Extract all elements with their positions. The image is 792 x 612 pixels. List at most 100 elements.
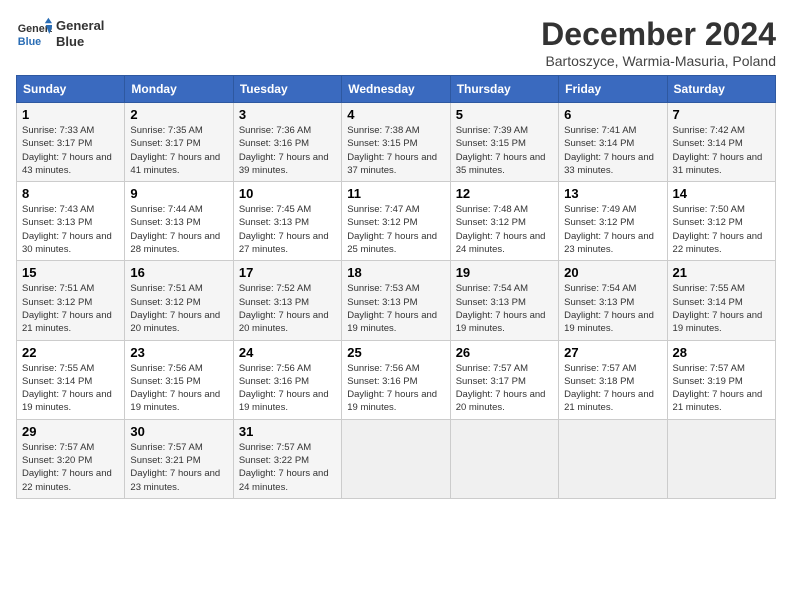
day-number: 11 (347, 186, 444, 201)
location-subtitle: Bartoszyce, Warmia-Masuria, Poland (541, 53, 776, 69)
sunset-text: Sunset: 3:13 PM (22, 216, 119, 229)
calendar-header-row: SundayMondayTuesdayWednesdayThursdayFrid… (17, 76, 776, 103)
daylight-text: Daylight: 7 hours and 20 minutes. (239, 309, 336, 336)
sunrise-text: Sunrise: 7:44 AM (130, 203, 227, 216)
day-number: 20 (564, 265, 661, 280)
sunrise-text: Sunrise: 7:43 AM (22, 203, 119, 216)
daylight-text: Daylight: 7 hours and 41 minutes. (130, 151, 227, 178)
daylight-text: Daylight: 7 hours and 19 minutes. (239, 388, 336, 415)
day-number: 31 (239, 424, 336, 439)
day-info: Sunrise: 7:57 AMSunset: 3:18 PMDaylight:… (564, 362, 661, 415)
sunrise-text: Sunrise: 7:57 AM (673, 362, 770, 375)
col-header-wednesday: Wednesday (342, 76, 450, 103)
sunset-text: Sunset: 3:16 PM (239, 375, 336, 388)
daylight-text: Daylight: 7 hours and 19 minutes. (22, 388, 119, 415)
day-number: 10 (239, 186, 336, 201)
calendar-cell: 19Sunrise: 7:54 AMSunset: 3:13 PMDayligh… (450, 261, 558, 340)
sunrise-text: Sunrise: 7:39 AM (456, 124, 553, 137)
sunrise-text: Sunrise: 7:57 AM (22, 441, 119, 454)
daylight-text: Daylight: 7 hours and 43 minutes. (22, 151, 119, 178)
sunrise-text: Sunrise: 7:45 AM (239, 203, 336, 216)
daylight-text: Daylight: 7 hours and 23 minutes. (564, 230, 661, 257)
day-number: 29 (22, 424, 119, 439)
sunrise-text: Sunrise: 7:57 AM (456, 362, 553, 375)
day-info: Sunrise: 7:43 AMSunset: 3:13 PMDaylight:… (22, 203, 119, 256)
day-number: 21 (673, 265, 770, 280)
calendar-cell: 8 Sunrise: 7:43 AMSunset: 3:13 PMDaylight… (17, 182, 125, 261)
sunrise-text: Sunrise: 7:47 AM (347, 203, 444, 216)
day-info: Sunrise: 7:57 AMSunset: 3:20 PMDaylight:… (22, 441, 119, 494)
sunset-text: Sunset: 3:14 PM (564, 137, 661, 150)
sunrise-text: Sunrise: 7:36 AM (239, 124, 336, 137)
daylight-text: Daylight: 7 hours and 20 minutes. (130, 309, 227, 336)
sunset-text: Sunset: 3:12 PM (673, 216, 770, 229)
month-title: December 2024 (541, 16, 776, 53)
sunset-text: Sunset: 3:18 PM (564, 375, 661, 388)
day-number: 16 (130, 265, 227, 280)
calendar-cell: 14Sunrise: 7:50 AMSunset: 3:12 PMDayligh… (667, 182, 775, 261)
day-info: Sunrise: 7:56 AMSunset: 3:16 PMDaylight:… (239, 362, 336, 415)
day-number: 13 (564, 186, 661, 201)
calendar-cell: 26Sunrise: 7:57 AMSunset: 3:17 PMDayligh… (450, 340, 558, 419)
calendar-cell: 31 Sunrise: 7:57 AMSunset: 3:22 PMDayligh… (233, 419, 341, 498)
day-info: Sunrise: 7:57 AMSunset: 3:22 PMDaylight:… (239, 441, 336, 494)
sunset-text: Sunset: 3:12 PM (564, 216, 661, 229)
daylight-text: Daylight: 7 hours and 39 minutes. (239, 151, 336, 178)
col-header-tuesday: Tuesday (233, 76, 341, 103)
daylight-text: Daylight: 7 hours and 19 minutes. (564, 309, 661, 336)
daylight-text: Daylight: 7 hours and 25 minutes. (347, 230, 444, 257)
calendar-cell: 2Sunrise: 7:35 AMSunset: 3:17 PMDaylight… (125, 103, 233, 182)
col-header-sunday: Sunday (17, 76, 125, 103)
day-number: 6 (564, 107, 661, 122)
daylight-text: Daylight: 7 hours and 33 minutes. (564, 151, 661, 178)
col-header-saturday: Saturday (667, 76, 775, 103)
day-info: Sunrise: 7:39 AMSunset: 3:15 PMDaylight:… (456, 124, 553, 177)
calendar-cell: 25Sunrise: 7:56 AMSunset: 3:16 PMDayligh… (342, 340, 450, 419)
sunset-text: Sunset: 3:14 PM (673, 296, 770, 309)
day-info: Sunrise: 7:44 AMSunset: 3:13 PMDaylight:… (130, 203, 227, 256)
daylight-text: Daylight: 7 hours and 19 minutes. (347, 309, 444, 336)
sunrise-text: Sunrise: 7:41 AM (564, 124, 661, 137)
day-info: Sunrise: 7:56 AMSunset: 3:16 PMDaylight:… (347, 362, 444, 415)
col-header-friday: Friday (559, 76, 667, 103)
calendar-cell: 9Sunrise: 7:44 AMSunset: 3:13 PMDaylight… (125, 182, 233, 261)
day-number: 27 (564, 345, 661, 360)
day-info: Sunrise: 7:57 AMSunset: 3:17 PMDaylight:… (456, 362, 553, 415)
calendar-cell: 10 Sunrise: 7:45 AMSunset: 3:13 PMDayligh… (233, 182, 341, 261)
col-header-thursday: Thursday (450, 76, 558, 103)
day-info: Sunrise: 7:54 AMSunset: 3:13 PMDaylight:… (564, 282, 661, 335)
day-number: 8 (22, 186, 119, 201)
calendar-week-5: 29 Sunrise: 7:57 AMSunset: 3:20 PMDayligh… (17, 419, 776, 498)
day-number: 1 (22, 107, 119, 122)
calendar-cell: 4Sunrise: 7:38 AMSunset: 3:15 PMDaylight… (342, 103, 450, 182)
sunrise-text: Sunrise: 7:56 AM (239, 362, 336, 375)
sunset-text: Sunset: 3:16 PM (347, 375, 444, 388)
sunset-text: Sunset: 3:13 PM (347, 296, 444, 309)
sunrise-text: Sunrise: 7:52 AM (239, 282, 336, 295)
sunset-text: Sunset: 3:12 PM (22, 296, 119, 309)
day-number: 18 (347, 265, 444, 280)
sunrise-text: Sunrise: 7:38 AM (347, 124, 444, 137)
daylight-text: Daylight: 7 hours and 27 minutes. (239, 230, 336, 257)
calendar-cell: 17Sunrise: 7:52 AMSunset: 3:13 PMDayligh… (233, 261, 341, 340)
sunrise-text: Sunrise: 7:54 AM (564, 282, 661, 295)
calendar-cell: 13Sunrise: 7:49 AMSunset: 3:12 PMDayligh… (559, 182, 667, 261)
daylight-text: Daylight: 7 hours and 21 minutes. (673, 388, 770, 415)
daylight-text: Daylight: 7 hours and 20 minutes. (456, 388, 553, 415)
day-info: Sunrise: 7:35 AMSunset: 3:17 PMDaylight:… (130, 124, 227, 177)
calendar-cell (559, 419, 667, 498)
day-info: Sunrise: 7:54 AMSunset: 3:13 PMDaylight:… (456, 282, 553, 335)
calendar-cell: 5Sunrise: 7:39 AMSunset: 3:15 PMDaylight… (450, 103, 558, 182)
sunset-text: Sunset: 3:13 PM (239, 216, 336, 229)
day-info: Sunrise: 7:51 AMSunset: 3:12 PMDaylight:… (130, 282, 227, 335)
calendar-cell: 7Sunrise: 7:42 AMSunset: 3:14 PMDaylight… (667, 103, 775, 182)
day-number: 3 (239, 107, 336, 122)
sunset-text: Sunset: 3:15 PM (456, 137, 553, 150)
day-number: 30 (130, 424, 227, 439)
daylight-text: Daylight: 7 hours and 24 minutes. (456, 230, 553, 257)
calendar-cell: 20 Sunrise: 7:54 AMSunset: 3:13 PMDayligh… (559, 261, 667, 340)
day-number: 28 (673, 345, 770, 360)
daylight-text: Daylight: 7 hours and 35 minutes. (456, 151, 553, 178)
day-number: 7 (673, 107, 770, 122)
day-info: Sunrise: 7:38 AMSunset: 3:15 PMDaylight:… (347, 124, 444, 177)
